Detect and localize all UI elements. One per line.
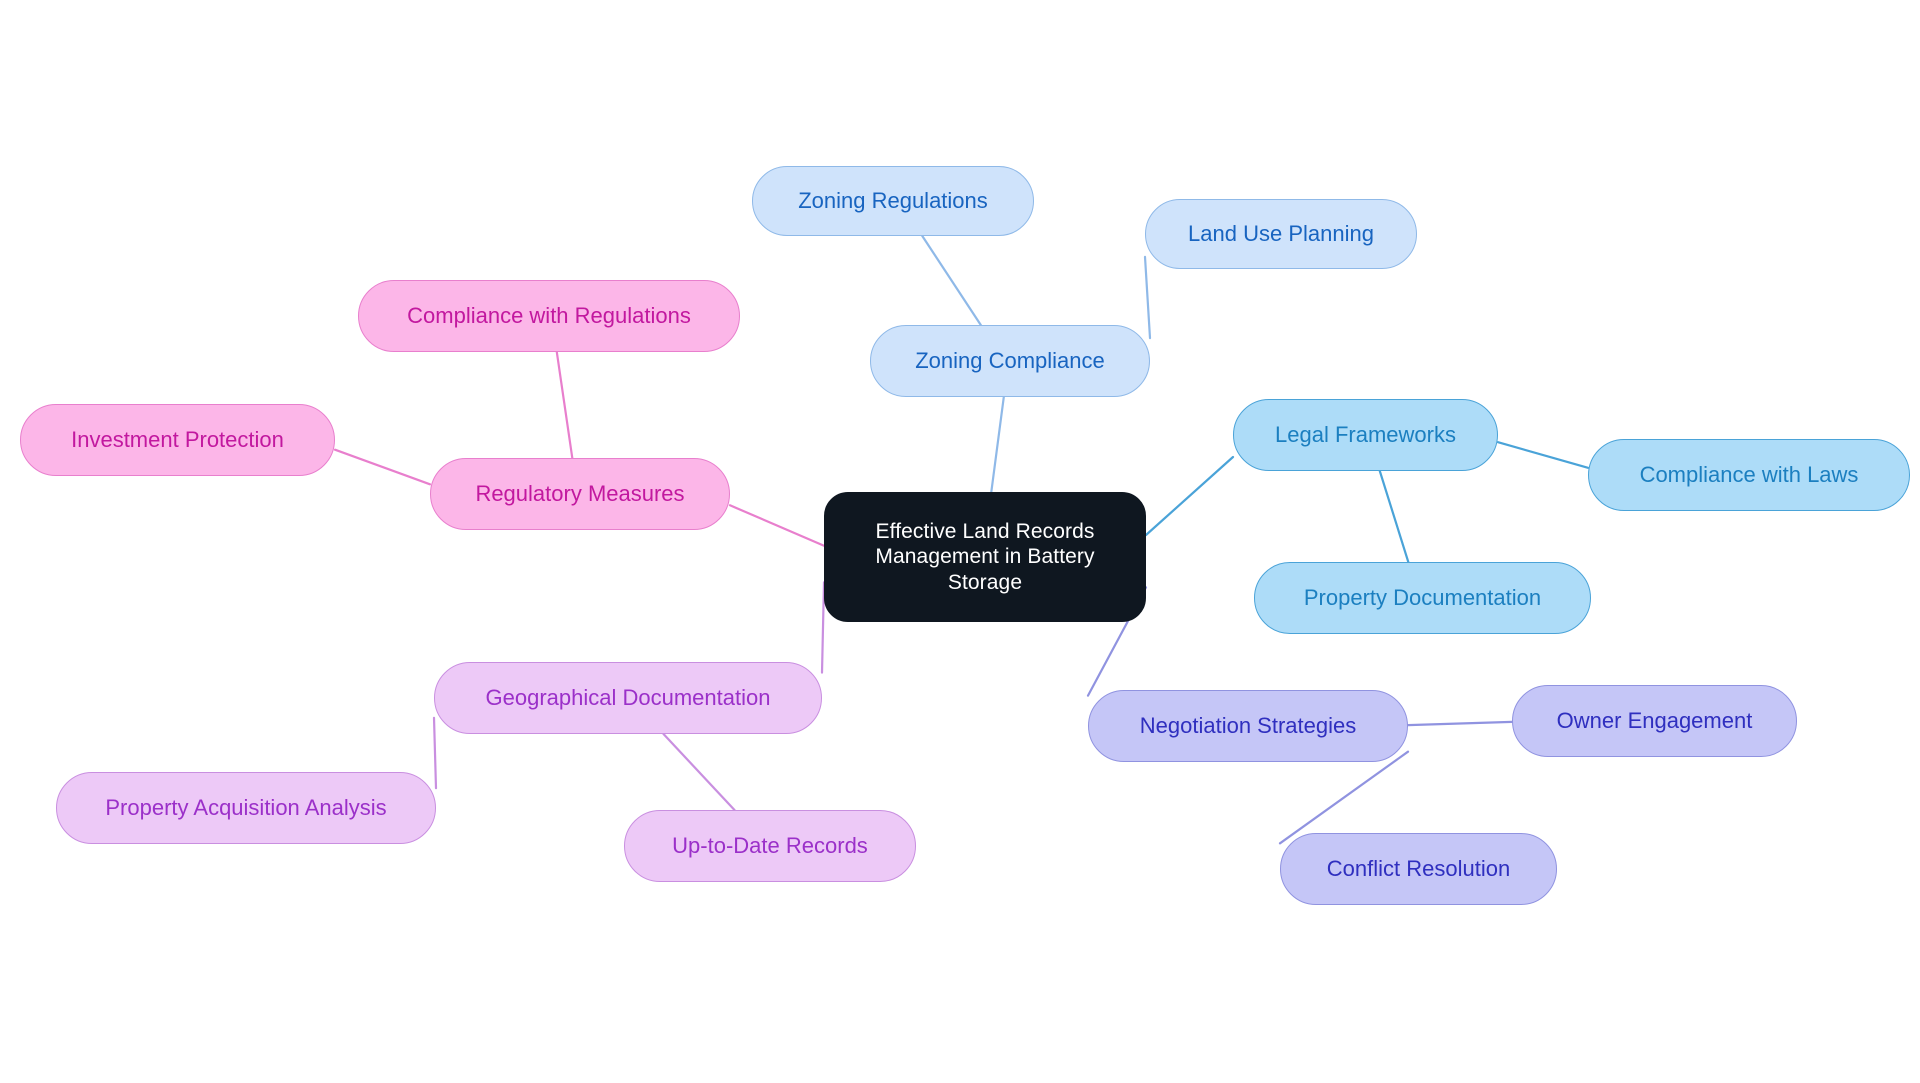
edge-root-regulatory-measures — [728, 504, 826, 547]
edge-zoning-compliance-land-use-planning — [1143, 255, 1152, 340]
node-zoning-compliance-label: Zoning Compliance — [915, 347, 1105, 373]
edge-root-legal-frameworks — [1144, 455, 1235, 537]
node-property-acquisition-analysis[interactable]: Property Acquisition Analysis — [56, 772, 436, 844]
node-investment-protection[interactable]: Investment Protection — [20, 404, 335, 476]
root-node-effective-land-records-management[interactable]: Effective Land Records Management in Bat… — [824, 492, 1146, 622]
edge-regulatory-measures-compliance-with-regulations — [555, 350, 574, 460]
node-legal-frameworks-label: Legal Frameworks — [1275, 421, 1456, 447]
node-negotiation-strategies[interactable]: Negotiation Strategies — [1088, 690, 1408, 762]
edge-negotiation-strategies-owner-engagement — [1406, 720, 1514, 727]
node-property-documentation[interactable]: Property Documentation — [1254, 562, 1591, 634]
node-owner-engagement[interactable]: Owner Engagement — [1512, 685, 1797, 757]
node-property-acquisition-analysis-label: Property Acquisition Analysis — [105, 794, 387, 820]
edge-regulatory-measures-investment-protection — [333, 448, 432, 486]
edge-zoning-compliance-zoning-regulations — [921, 234, 982, 327]
node-land-use-planning-label: Land Use Planning — [1188, 220, 1374, 246]
node-negotiation-strategies-label: Negotiation Strategies — [1139, 712, 1357, 738]
node-compliance-with-regulations[interactable]: Compliance with Regulations — [358, 280, 740, 352]
node-investment-protection-label: Investment Protection — [71, 426, 284, 452]
node-legal-frameworks[interactable]: Legal Frameworks — [1233, 399, 1498, 471]
edge-legal-frameworks-property-documentation — [1378, 469, 1410, 564]
edge-legal-frameworks-compliance-with-laws — [1496, 441, 1590, 469]
node-geographical-documentation[interactable]: Geographical Documentation — [434, 662, 822, 734]
edge-negotiation-strategies-conflict-resolution — [1278, 750, 1410, 845]
node-up-to-date-records[interactable]: Up-to-Date Records — [624, 810, 916, 882]
node-conflict-resolution-label: Conflict Resolution — [1326, 855, 1511, 881]
edge-root-zoning-compliance — [990, 395, 1005, 494]
node-geographical-documentation-label: Geographical Documentation — [485, 684, 771, 710]
node-regulatory-measures-label: Regulatory Measures — [475, 480, 685, 506]
node-zoning-regulations[interactable]: Zoning Regulations — [752, 166, 1034, 236]
edge-geographical-documentation-up-to-date-records — [662, 732, 736, 812]
node-zoning-regulations-label: Zoning Regulations — [798, 187, 988, 213]
node-zoning-compliance[interactable]: Zoning Compliance — [870, 325, 1150, 397]
node-regulatory-measures[interactable]: Regulatory Measures — [430, 458, 730, 530]
node-compliance-with-regulations-label: Compliance with Regulations — [407, 302, 691, 328]
node-conflict-resolution[interactable]: Conflict Resolution — [1280, 833, 1557, 905]
node-compliance-with-laws[interactable]: Compliance with Laws — [1588, 439, 1910, 511]
node-owner-engagement-label: Owner Engagement — [1556, 707, 1753, 733]
root-node-effective-land-records-management-label: Effective Land Records Management in Bat… — [875, 520, 1095, 594]
node-land-use-planning[interactable]: Land Use Planning — [1145, 199, 1417, 269]
node-compliance-with-laws-label: Compliance with Laws — [1639, 461, 1859, 487]
node-property-documentation-label: Property Documentation — [1303, 584, 1542, 610]
mindmap-canvas: Effective Land Records Management in Bat… — [0, 0, 1920, 1083]
edge-geographical-documentation-property-acquisition-analysis — [432, 716, 438, 790]
node-up-to-date-records-label: Up-to-Date Records — [672, 832, 868, 858]
